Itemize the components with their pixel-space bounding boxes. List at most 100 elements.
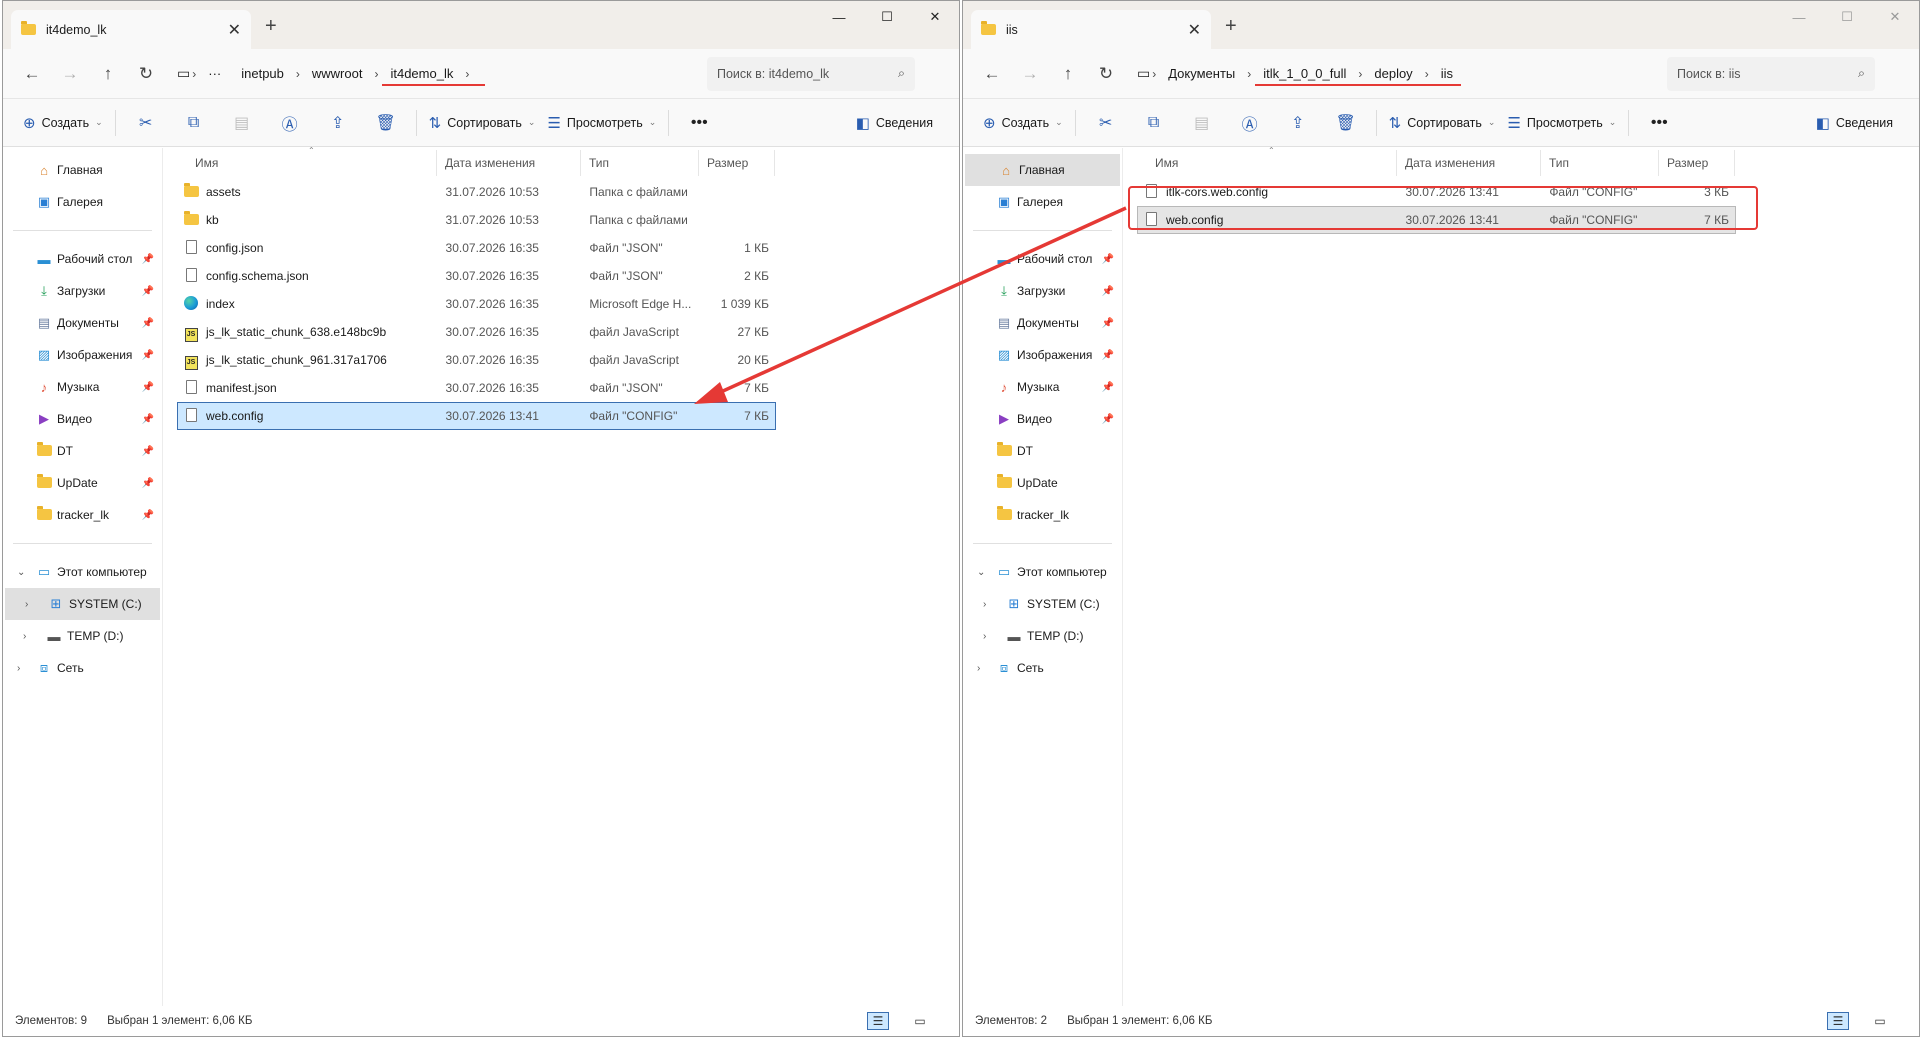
file-row[interactable]: JS js_lk_static_chunk_961.317a1706 30.07.2… (177, 346, 776, 374)
chevron-down-icon[interactable]: ⌄ (977, 567, 985, 578)
nav-home[interactable]: ⌂ Главная (3, 154, 162, 186)
breadcrumb-item-current[interactable]: it4demo_lk (380, 57, 486, 91)
copy-icon[interactable]: ⧉ (170, 114, 218, 132)
close-tab-icon[interactable]: ✕ (1188, 20, 1201, 40)
nav-music[interactable]: ♪ Музыка 📌 (963, 371, 1122, 403)
back-button[interactable]: ← (13, 64, 51, 84)
details-button[interactable]: ◧ Сведения (1810, 106, 1899, 140)
minimize-button[interactable]: — (815, 5, 863, 29)
nav-folder-update[interactable]: UpDate (963, 467, 1122, 499)
delete-icon[interactable]: 🗑 (1322, 113, 1370, 133)
breadcrumb-item-current[interactable]: iis (1431, 57, 1463, 91)
up-button[interactable]: ↑ (1049, 64, 1087, 84)
breadcrumb-item[interactable]: itlk_1_0_0_full (1253, 57, 1379, 91)
nav-downloads[interactable]: ⤓ Загрузки 📌 (963, 275, 1122, 307)
up-button[interactable]: ↑ (89, 64, 127, 84)
nav-documents[interactable]: ▤ Документы 📌 (963, 307, 1122, 339)
tab-iis[interactable]: iis ✕ (971, 10, 1211, 49)
chevron-right-icon[interactable]: › (983, 599, 986, 610)
nav-pictures[interactable]: ▨ Изображения 📌 (3, 339, 162, 371)
breadcrumb[interactable]: ▭ › ··· inetpub › wwwroot › it4demo_lk › (171, 56, 693, 91)
nav-this-pc[interactable]: ⌄ ▭ Этот компьютер (3, 556, 162, 588)
nav-folder-tracker-lk[interactable]: tracker_lk 📌 (3, 499, 162, 531)
close-tab-icon[interactable]: ✕ (228, 20, 241, 40)
chevron-right-icon[interactable]: › (977, 663, 980, 674)
nav-gallery[interactable]: ▣ Галерея (3, 186, 162, 218)
rename-icon[interactable]: Ⓐ (266, 111, 314, 135)
cut-icon[interactable]: ✂ (122, 113, 170, 133)
file-row[interactable]: config.schema.json 30.07.2026 16:35 Файл "… (177, 262, 776, 290)
nav-drive-c[interactable]: › ⊞ SYSTEM (C:) (963, 588, 1122, 620)
nav-pictures[interactable]: ▨ Изображения 📌 (963, 339, 1122, 371)
share-icon[interactable]: ⇪ (314, 113, 362, 133)
paste-icon[interactable]: ▤ (218, 113, 266, 133)
breadcrumb-item[interactable]: wwwroot (302, 57, 373, 91)
nav-network[interactable]: › ⧈ Сеть (963, 652, 1122, 684)
nav-folder-tracker-lk[interactable]: tracker_lk (963, 499, 1122, 531)
close-window-button[interactable]: ✕ (911, 5, 959, 29)
nav-folder-dt[interactable]: DT (963, 435, 1122, 467)
file-row[interactable]: kb 31.07.2026 10:53 Папка с файлами (177, 206, 776, 234)
nav-drive-d[interactable]: › ▬ TEMP (D:) (3, 620, 162, 652)
column-type[interactable]: Тип (1541, 150, 1659, 176)
nav-drive-c[interactable]: › ⊞ SYSTEM (C:) (5, 588, 160, 620)
refresh-button[interactable]: ↻ (127, 64, 165, 84)
details-button[interactable]: ◧ Сведения (850, 106, 939, 140)
file-row[interactable]: JS js_lk_static_chunk_638.e148bc9b 30.07.2… (177, 318, 776, 346)
new-tab-button[interactable]: + (1225, 15, 1237, 38)
search-input[interactable]: Поиск в: iis ⌕ (1667, 56, 1875, 91)
paste-icon[interactable]: ▤ (1178, 113, 1226, 133)
new-tab-button[interactable]: + (265, 15, 277, 38)
tab-it4demo-lk[interactable]: it4demo_lk ✕ (11, 10, 251, 49)
nav-downloads[interactable]: ⤓ Загрузки 📌 (3, 275, 162, 307)
sort-button[interactable]: ⇅ Сортировать ⌄ (423, 106, 542, 140)
file-row[interactable]: web.config 30.07.2026 13:41 Файл "CONFIG" 7… (177, 402, 776, 430)
nav-documents[interactable]: ▤ Документы 📌 (3, 307, 162, 339)
column-size[interactable]: Размер (1659, 150, 1735, 176)
nav-desktop[interactable]: ▬ Рабочий стол 📌 (3, 243, 162, 275)
column-type[interactable]: Тип (581, 150, 699, 176)
nav-gallery[interactable]: ▣ Галерея (963, 186, 1122, 218)
nav-folder-update[interactable]: UpDate 📌 (3, 467, 162, 499)
nav-video[interactable]: ▶ Видео 📌 (3, 403, 162, 435)
file-row[interactable]: index 30.07.2026 16:35 Microsoft Edge H...… (177, 290, 776, 318)
maximize-button[interactable]: ☐ (863, 5, 911, 29)
view-button[interactable]: ☰ Просмотреть ⌄ (1501, 106, 1622, 140)
file-row[interactable]: manifest.json 30.07.2026 16:35 Файл "JSON"… (177, 374, 776, 402)
back-button[interactable]: ← (973, 64, 1011, 84)
breadcrumb-item[interactable]: Документы (1158, 57, 1245, 91)
breadcrumb-item[interactable]: inetpub (231, 57, 294, 91)
create-button[interactable]: ⊕ Создать ⌄ (17, 106, 109, 140)
forward-button[interactable]: → (1011, 64, 1049, 84)
nav-home[interactable]: ⌂ Главная (965, 154, 1120, 186)
column-size[interactable]: Размер (699, 150, 775, 176)
minimize-button[interactable]: — (1775, 5, 1823, 29)
chevron-right-icon[interactable]: › (983, 631, 986, 642)
copy-icon[interactable]: ⧉ (1130, 114, 1178, 132)
nav-desktop[interactable]: ▬ Рабочий стол 📌 (963, 243, 1122, 275)
column-name[interactable]: Имя (163, 150, 437, 176)
create-button[interactable]: ⊕ Создать ⌄ (977, 106, 1069, 140)
delete-icon[interactable]: 🗑 (362, 113, 410, 133)
chevron-right-icon[interactable]: › (23, 631, 26, 642)
maximize-button[interactable]: ☐ (1823, 5, 1871, 29)
cut-icon[interactable]: ✂ (1082, 113, 1130, 133)
sort-button[interactable]: ⇅ Сортировать ⌄ (1383, 106, 1502, 140)
search-input[interactable]: Поиск в: it4demo_lk ⌕ (707, 56, 915, 91)
share-icon[interactable]: ⇪ (1274, 113, 1322, 133)
breadcrumb[interactable]: ▭ › Документы › itlk_1_0_0_full › deploy… (1131, 56, 1653, 91)
nav-network[interactable]: › ⧈ Сеть (3, 652, 162, 684)
nav-music[interactable]: ♪ Музыка 📌 (3, 371, 162, 403)
forward-button[interactable]: → (51, 64, 89, 84)
nav-this-pc[interactable]: ⌄ ▭ Этот компьютер (963, 556, 1122, 588)
tiles-view-icon[interactable]: ▭ (909, 1012, 931, 1030)
chevron-down-icon[interactable]: ⌄ (17, 567, 25, 578)
more-options-icon[interactable]: ••• (675, 114, 723, 132)
column-name[interactable]: Имя (1123, 150, 1397, 176)
details-view-icon[interactable]: ☰ (1827, 1012, 1849, 1030)
breadcrumb-item[interactable]: deploy (1364, 57, 1446, 91)
chevron-right-icon[interactable]: › (17, 663, 20, 674)
file-row[interactable]: config.json 30.07.2026 16:35 Файл "JSON" 1 … (177, 234, 776, 262)
column-date[interactable]: Дата изменения (1397, 150, 1541, 176)
chevron-right-icon[interactable]: › (25, 599, 28, 610)
